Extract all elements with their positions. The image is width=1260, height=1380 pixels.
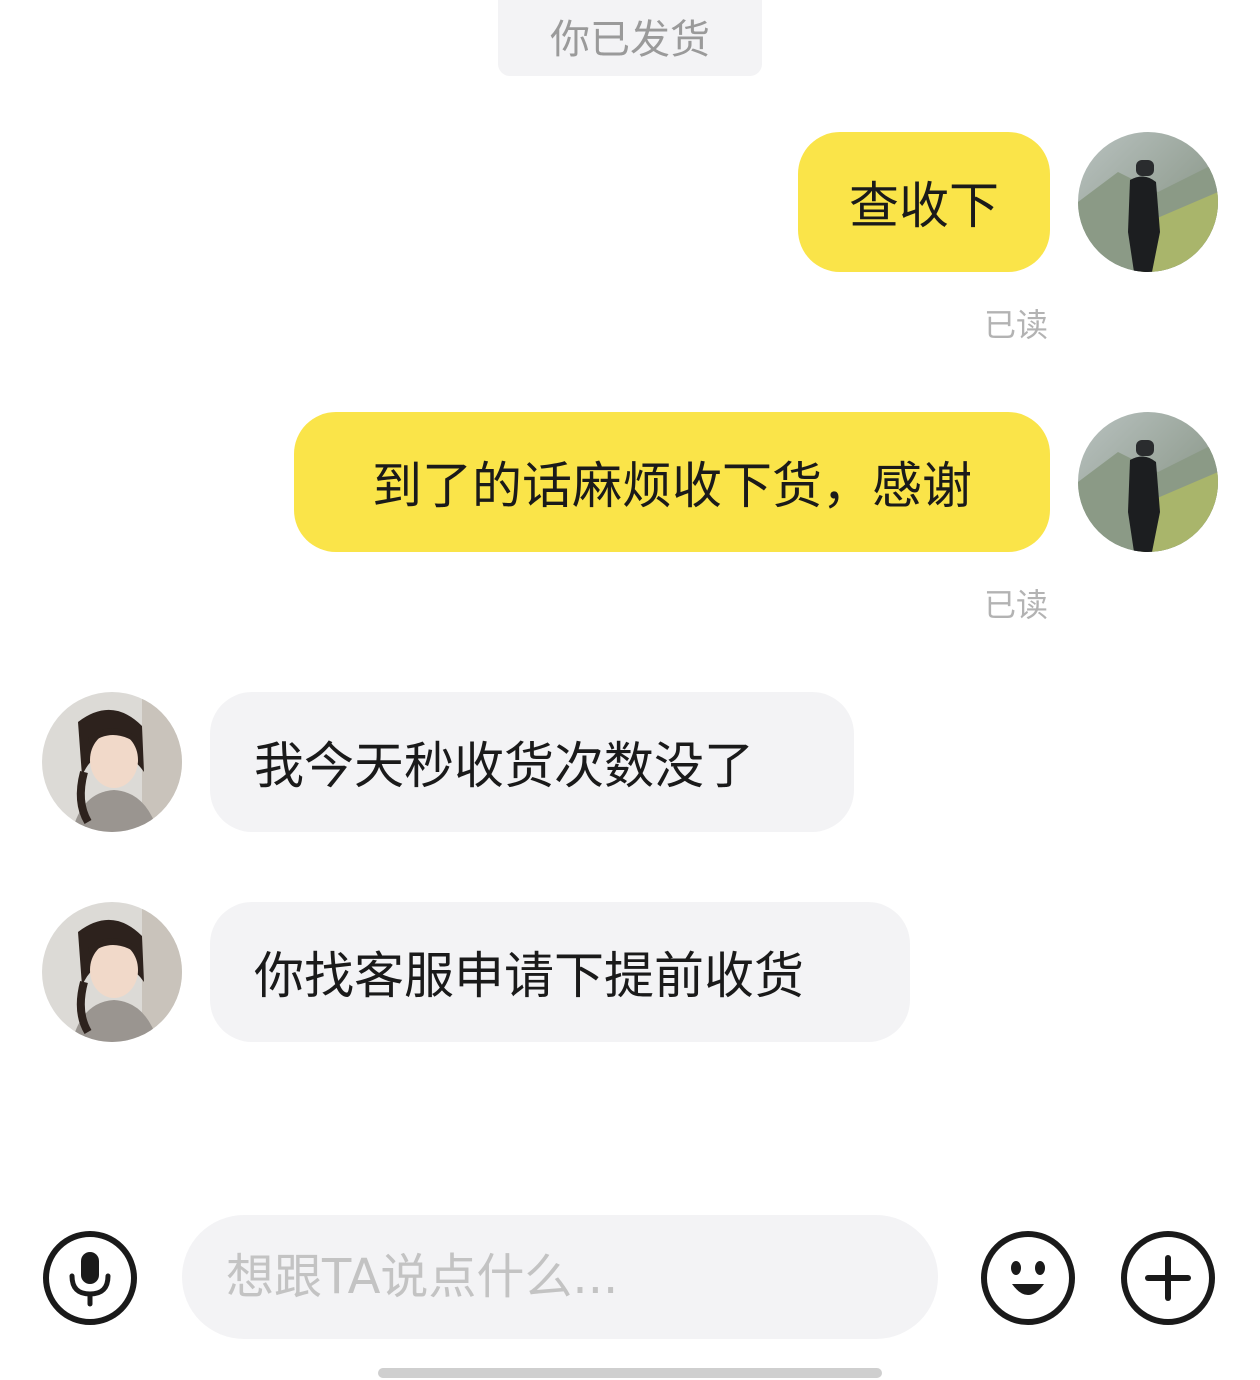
microphone-icon — [43, 1231, 137, 1325]
home-indicator[interactable] — [378, 1368, 882, 1378]
contact-avatar[interactable] — [42, 692, 182, 832]
plus-icon — [1121, 1231, 1215, 1325]
message-input[interactable] — [182, 1215, 938, 1339]
emoji-button[interactable] — [980, 1230, 1076, 1326]
system-notice: 你已发货 — [498, 0, 762, 76]
smiley-icon — [981, 1231, 1075, 1325]
my-avatar[interactable] — [1078, 412, 1218, 552]
message-bubble-received[interactable]: 我今天秒收货次数没了 — [210, 692, 854, 832]
message-bubble-sent[interactable]: 查收下 — [798, 132, 1050, 272]
more-options-button[interactable] — [1120, 1230, 1216, 1326]
read-status: 已读 — [983, 586, 1048, 624]
chat-screen: 你已发货 查收下 已读 到了的话麻烦收下货，感谢 已读 我今天秒收货次数没了 你… — [0, 0, 1260, 1380]
contact-avatar[interactable] — [42, 902, 182, 1042]
voice-input-button[interactable] — [42, 1230, 138, 1326]
read-status: 已读 — [983, 306, 1048, 344]
message-bubble-received[interactable]: 你找客服申请下提前收货 — [210, 902, 910, 1042]
message-bubble-sent[interactable]: 到了的话麻烦收下货，感谢 — [294, 412, 1050, 552]
my-avatar[interactable] — [1078, 132, 1218, 272]
